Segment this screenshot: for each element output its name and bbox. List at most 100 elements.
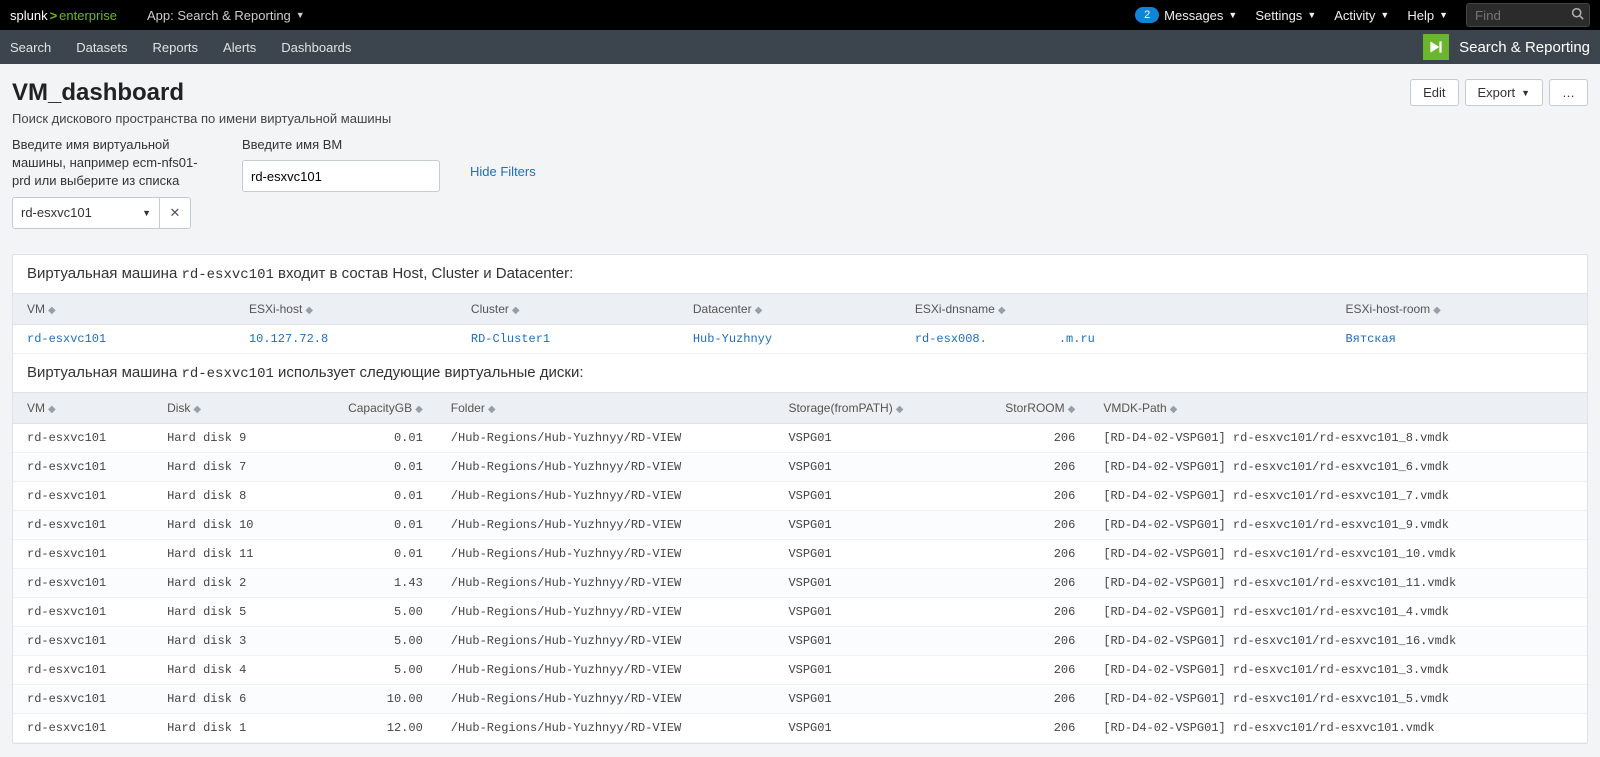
sort-icon: ◆: [48, 404, 56, 415]
cell-disk: Hard disk 9: [153, 423, 303, 452]
help-menu[interactable]: Help ▼: [1407, 8, 1448, 23]
cell-capacity: 10.00: [303, 684, 437, 713]
cell-storage: VSPG01: [774, 655, 961, 684]
col-vm[interactable]: VM◆: [13, 293, 235, 324]
search-icon[interactable]: [1571, 7, 1584, 23]
settings-label: Settings: [1255, 8, 1302, 23]
table-row: rd-esxvc101Hard disk 55.00/Hub-Regions/H…: [13, 597, 1587, 626]
title-post: входит в состав Host, Cluster и Datacent…: [274, 265, 573, 282]
sort-icon: ◆: [305, 305, 313, 316]
nav-alerts[interactable]: Alerts: [223, 40, 256, 55]
export-label: Export: [1478, 85, 1516, 100]
edit-button[interactable]: Edit: [1410, 79, 1458, 106]
nav-reports[interactable]: Reports: [153, 40, 199, 55]
cell-storage: VSPG01: [774, 423, 961, 452]
cell-disk: Hard disk 6: [153, 684, 303, 713]
cell-storroom: 206: [961, 423, 1089, 452]
cell-vmdk-path: [RD-D4-02-VSPG01] rd-esxvc101/rd-esxvc10…: [1089, 510, 1587, 539]
nav-dashboards[interactable]: Dashboards: [281, 40, 351, 55]
app-context-label: App: Search & Reporting: [147, 8, 291, 23]
col-disk[interactable]: Disk◆: [153, 392, 303, 423]
cell-folder: /Hub-Regions/Hub-Yuzhnyy/RD-VIEW: [437, 481, 775, 510]
cell-vmdk-path: [RD-D4-02-VSPG01] rd-esxvc101/rd-esxvc10…: [1089, 655, 1587, 684]
cell-storage: VSPG01: [774, 684, 961, 713]
vm-text-input[interactable]: [242, 160, 440, 192]
chevron-down-icon: ▼: [1307, 10, 1316, 20]
cell-folder: /Hub-Regions/Hub-Yuzhnyy/RD-VIEW: [437, 539, 775, 568]
table-row: rd-esxvc101Hard disk 35.00/Hub-Regions/H…: [13, 626, 1587, 655]
cell-vm: rd-esxvc101: [13, 713, 153, 742]
cell-storroom: 206: [961, 684, 1089, 713]
cell-vm: rd-esxvc101: [13, 481, 153, 510]
nav-search[interactable]: Search: [10, 40, 51, 55]
col-capacity[interactable]: CapacityGB◆: [303, 392, 437, 423]
cell-vmdk-path: [RD-D4-02-VSPG01] rd-esxvc101/rd-esxvc10…: [1089, 684, 1587, 713]
cell-vmdk-path: [RD-D4-02-VSPG01] rd-esxvc101/rd-esxvc10…: [1089, 481, 1587, 510]
cell-vmdk-path: [RD-D4-02-VSPG01] rd-esxvc101/rd-esxvc10…: [1089, 539, 1587, 568]
app-name-label[interactable]: Search & Reporting: [1459, 39, 1590, 56]
settings-menu[interactable]: Settings ▼: [1255, 8, 1316, 23]
cell-host[interactable]: 10.127.72.8: [235, 324, 457, 353]
cell-disk: Hard disk 3: [153, 626, 303, 655]
export-button[interactable]: Export ▼: [1465, 79, 1544, 106]
cell-disk: Hard disk 5: [153, 597, 303, 626]
cell-capacity: 0.01: [303, 481, 437, 510]
cell-cluster[interactable]: RD-Cluster1: [457, 324, 679, 353]
col-storage[interactable]: Storage(fromPATH)◆: [774, 392, 961, 423]
filter-inputs-row: Введите имя виртуальной машины, например…: [12, 136, 1588, 229]
cell-folder: /Hub-Regions/Hub-Yuzhnyy/RD-VIEW: [437, 568, 775, 597]
vm-select-dropdown[interactable]: rd-esxvc101 ▼: [12, 197, 160, 229]
vm-text-column: Введите имя ВМ: [242, 136, 440, 192]
hide-filters-link[interactable]: Hide Filters: [470, 164, 536, 179]
brand-splunk: splunk: [10, 8, 48, 23]
col-folder[interactable]: Folder◆: [437, 392, 775, 423]
brand-caret: >: [50, 8, 58, 23]
cell-vm: rd-esxvc101: [13, 597, 153, 626]
cell-vm[interactable]: rd-esxvc101: [13, 324, 235, 353]
table-row: rd-esxvc101Hard disk 610.00/Hub-Regions/…: [13, 684, 1587, 713]
cell-vmdk-path: [RD-D4-02-VSPG01] rd-esxvc101/rd-esxvc10…: [1089, 568, 1587, 597]
col-vm[interactable]: VM◆: [13, 392, 153, 423]
cell-dnsname[interactable]: rd-esx008. .m.ru: [901, 324, 1332, 353]
table-row: rd-esxvc101Hard disk 90.01/Hub-Regions/H…: [13, 423, 1587, 452]
title-pre: Виртуальная машина: [27, 364, 181, 381]
cell-disk: Hard disk 1: [153, 713, 303, 742]
cell-disk: Hard disk 11: [153, 539, 303, 568]
topbar-right: 2 Messages ▼ Settings ▼ Activity ▼ Help …: [1135, 3, 1590, 27]
col-storroom[interactable]: StorROOM◆: [961, 392, 1089, 423]
app-context-dropdown[interactable]: App: Search & Reporting ▼: [147, 8, 305, 23]
disks-panel-title: Виртуальная машина rd-esxvc101 используе…: [13, 354, 1587, 392]
sort-icon: ◆: [896, 404, 904, 415]
sort-icon: ◆: [488, 404, 496, 415]
brand-logo[interactable]: splunk>enterprise: [10, 8, 117, 23]
table-row: rd-esxvc101Hard disk 100.01/Hub-Regions/…: [13, 510, 1587, 539]
host-cluster-table: VM◆ ESXi-host◆ Cluster◆ Datacenter◆ ESXi…: [13, 293, 1587, 354]
host-cluster-panel-title: Виртуальная машина rd-esxvc101 входит в …: [13, 255, 1587, 293]
cell-room[interactable]: Вятская: [1331, 324, 1587, 353]
sort-icon: ◆: [1170, 404, 1178, 415]
activity-menu[interactable]: Activity ▼: [1334, 8, 1389, 23]
col-esxi-host-room[interactable]: ESXi-host-room◆: [1331, 293, 1587, 324]
cell-storroom: 206: [961, 539, 1089, 568]
nav-datasets[interactable]: Datasets: [76, 40, 127, 55]
cell-storage: VSPG01: [774, 452, 961, 481]
table-row: rd-esxvc101Hard disk 70.01/Hub-Regions/H…: [13, 452, 1587, 481]
cell-folder: /Hub-Regions/Hub-Yuzhnyy/RD-VIEW: [437, 655, 775, 684]
col-vmdk-path[interactable]: VMDK-Path◆: [1089, 392, 1587, 423]
col-datacenter[interactable]: Datacenter◆: [679, 293, 901, 324]
host-cluster-panel: Виртуальная машина rd-esxvc101 входит в …: [12, 254, 1588, 744]
page-subtitle: Поиск дискового пространства по имени ви…: [12, 111, 391, 126]
chevron-down-icon: ▼: [142, 208, 151, 218]
col-esxi-host[interactable]: ESXi-host◆: [235, 293, 457, 324]
cell-datacenter[interactable]: Hub-Yuzhnyy: [679, 324, 901, 353]
more-button[interactable]: …: [1549, 79, 1588, 106]
title-vm-name: rd-esxvc101: [181, 366, 273, 382]
col-cluster[interactable]: Cluster◆: [457, 293, 679, 324]
messages-menu[interactable]: 2 Messages ▼: [1135, 7, 1237, 23]
chevron-down-icon: ▼: [1521, 88, 1530, 98]
vm-select-clear-button[interactable]: ✕: [160, 197, 191, 229]
col-esxi-dnsname[interactable]: ESXi-dnsname◆: [901, 293, 1332, 324]
cell-storage: VSPG01: [774, 481, 961, 510]
cell-disk: Hard disk 4: [153, 655, 303, 684]
app-logo-icon[interactable]: [1423, 34, 1449, 60]
